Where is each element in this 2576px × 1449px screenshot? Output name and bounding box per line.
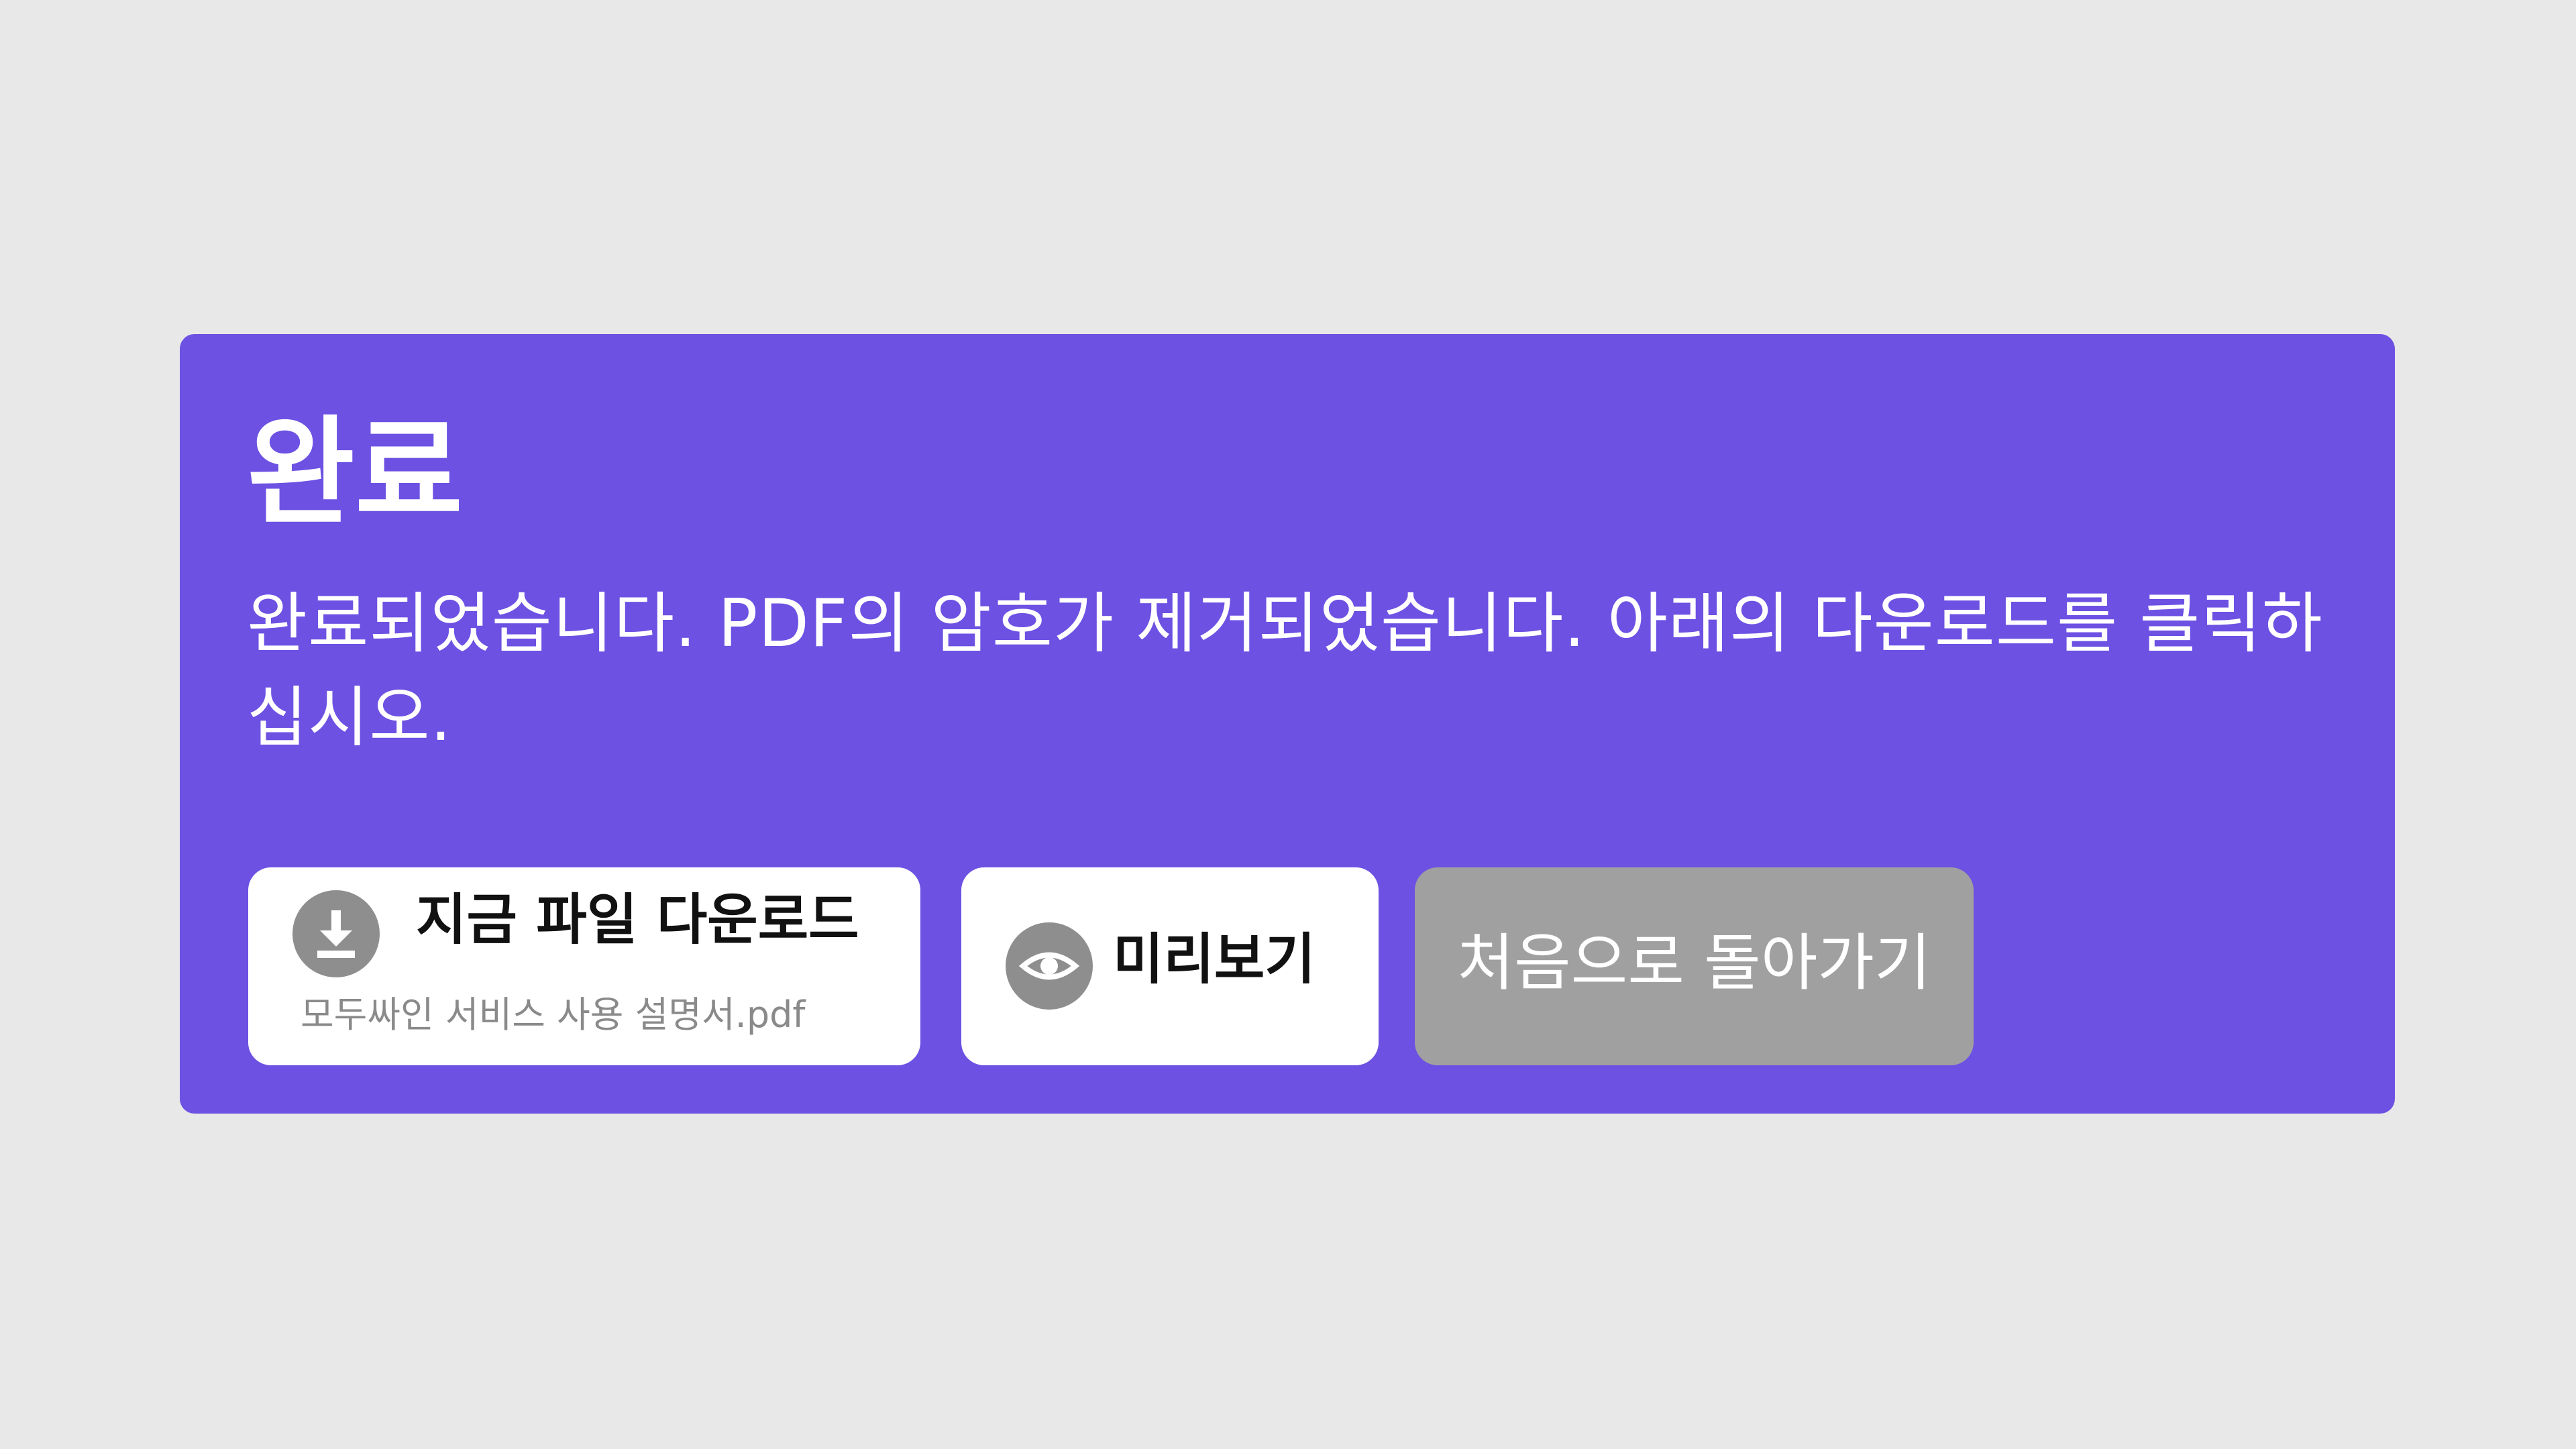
download-button-label: 지금 파일 다운로드 — [416, 888, 859, 952]
back-to-start-label: 처음으로 돌아가기 — [1457, 927, 1931, 999]
completion-message: 완료되었습니다. PDF의 암호가 제거되었습니다. 아래의 다운로드를 클릭하… — [247, 586, 2323, 756]
preview-button-label: 미리보기 — [1113, 928, 1316, 991]
page-title: 완료 — [247, 405, 463, 541]
download-icon — [292, 890, 380, 977]
completion-panel: 완료 완료되었습니다. PDF의 암호가 제거되었습니다. 아래의 다운로드를 … — [180, 334, 2395, 1114]
preview-button[interactable]: 미리보기 — [961, 867, 1379, 1065]
download-now-button[interactable]: 지금 파일 다운로드 모두싸인 서비스 사용 설명서.pdf — [248, 867, 920, 1065]
download-filename: 모두싸인 서비스 사용 설명서.pdf — [301, 994, 806, 1036]
eye-icon — [1006, 922, 1093, 1010]
back-to-start-button[interactable]: 처음으로 돌아가기 — [1415, 867, 1974, 1065]
